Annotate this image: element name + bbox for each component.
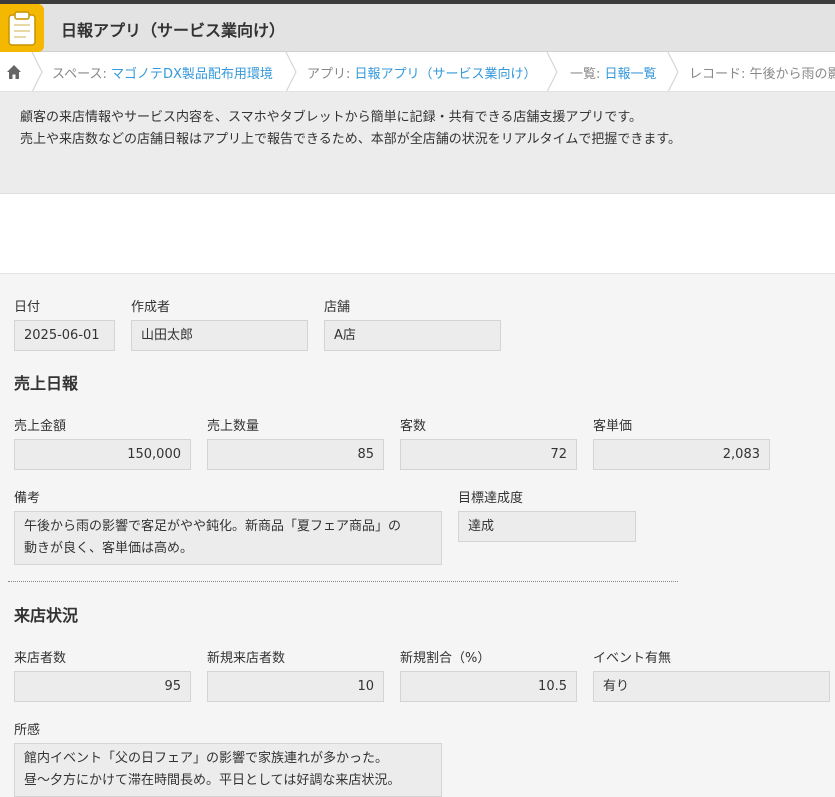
home-icon[interactable] (6, 64, 22, 80)
event-label: イベント有無 (593, 651, 672, 666)
unit-price-field: 2,083 (593, 439, 770, 470)
date-field: 2025-06-01 (14, 320, 115, 351)
breadcrumb-record-prefix: レコード: (689, 67, 750, 82)
breadcrumb-list-prefix: 一覧: (570, 67, 605, 82)
sales-section-title: 売上日報 (14, 374, 79, 393)
new-ratio-label: 新規割合（%） (400, 651, 491, 666)
section-divider (8, 581, 678, 582)
notes-field: 午後から雨の影響で客足がやや鈍化。新商品「夏フェア商品」の 動きが良く、客単価は… (14, 511, 442, 565)
impressions-line-2: 昼〜夕方にかけて滞在時間長め。平日としては好調な来店状況。 (24, 773, 401, 788)
store-field: A店 (324, 320, 501, 351)
breadcrumb: スペース: マゴノテDX製品配布用環境 アプリ: 日報アプリ（サービス業向け） … (0, 52, 835, 92)
sales-amount-label: 売上金額 (14, 419, 67, 434)
breadcrumb-app-link[interactable]: 日報アプリ（サービス業向け） (355, 67, 537, 82)
store-label: 店舗 (324, 300, 351, 315)
breadcrumb-space-link[interactable]: マゴノテDX製品配布用環境 (111, 67, 273, 82)
app-header: 日報アプリ（サービス業向け） (0, 4, 835, 52)
app-title: 日報アプリ（サービス業向け） (61, 21, 286, 40)
impressions-field: 館内イベント「父の日フェア」の影響で家族連れが多かった。 昼〜夕方にかけて滞在時… (14, 743, 442, 797)
breadcrumb-app: アプリ: 日報アプリ（サービス業向け） (307, 63, 537, 82)
breadcrumb-app-prefix: アプリ: (307, 67, 355, 82)
chevron-right-icon (285, 52, 297, 91)
app-description: 顧客の来店情報やサービス内容を、スマホやタブレットから簡単に記録・共有できる店舗… (0, 92, 835, 194)
breadcrumb-space: スペース: マゴノテDX製品配布用環境 (52, 63, 273, 82)
sales-amount-field: 150,000 (14, 439, 191, 470)
chevron-right-icon (31, 52, 43, 91)
new-visitors-field: 10 (207, 671, 384, 702)
author-field: 山田太郎 (131, 320, 308, 351)
new-visitors-label: 新規来店者数 (207, 651, 286, 666)
visitors-field: 95 (14, 671, 191, 702)
visitors-label: 来店者数 (14, 651, 67, 666)
blank-panel (0, 194, 835, 274)
goal-label: 目標達成度 (458, 491, 524, 506)
description-line-1: 顧客の来店情報やサービス内容を、スマホやタブレットから簡単に記録・共有できる店舗… (20, 110, 643, 125)
breadcrumb-list: 一覧: 日報一覧 (570, 63, 657, 82)
date-label: 日付 (14, 300, 41, 315)
breadcrumb-record: レコード: 午後から雨の影 (689, 63, 835, 82)
description-line-2: 売上や来店数などの店舗日報はアプリ上で報告できるため、本部が全店舗の状況をリアル… (20, 132, 682, 147)
goal-field: 達成 (458, 511, 636, 542)
new-ratio-field: 10.5 (400, 671, 577, 702)
impressions-label: 所感 (14, 723, 41, 738)
visit-section-title: 来店状況 (14, 606, 79, 625)
notes-line-2: 動きが良く、客単価は高め。 (24, 541, 194, 556)
breadcrumb-list-link[interactable]: 日報一覧 (605, 67, 657, 82)
customers-label: 客数 (400, 419, 427, 434)
notes-label: 備考 (14, 491, 41, 506)
breadcrumb-space-prefix: スペース: (52, 67, 111, 82)
chevron-right-icon (546, 52, 558, 91)
unit-price-label: 客単価 (593, 419, 633, 434)
clipboard-icon[interactable] (0, 4, 44, 52)
sales-qty-label: 売上数量 (207, 419, 260, 434)
customers-field: 72 (400, 439, 577, 470)
author-label: 作成者 (131, 300, 171, 315)
impressions-line-1: 館内イベント「父の日フェア」の影響で家族連れが多かった。 (24, 751, 389, 766)
notes-line-1: 午後から雨の影響で客足がやや鈍化。新商品「夏フェア商品」の (24, 519, 402, 534)
event-field: 有り (593, 671, 830, 702)
chevron-right-icon (667, 52, 679, 91)
breadcrumb-record-text: 午後から雨の影 (749, 67, 835, 82)
sales-qty-field: 85 (207, 439, 384, 470)
